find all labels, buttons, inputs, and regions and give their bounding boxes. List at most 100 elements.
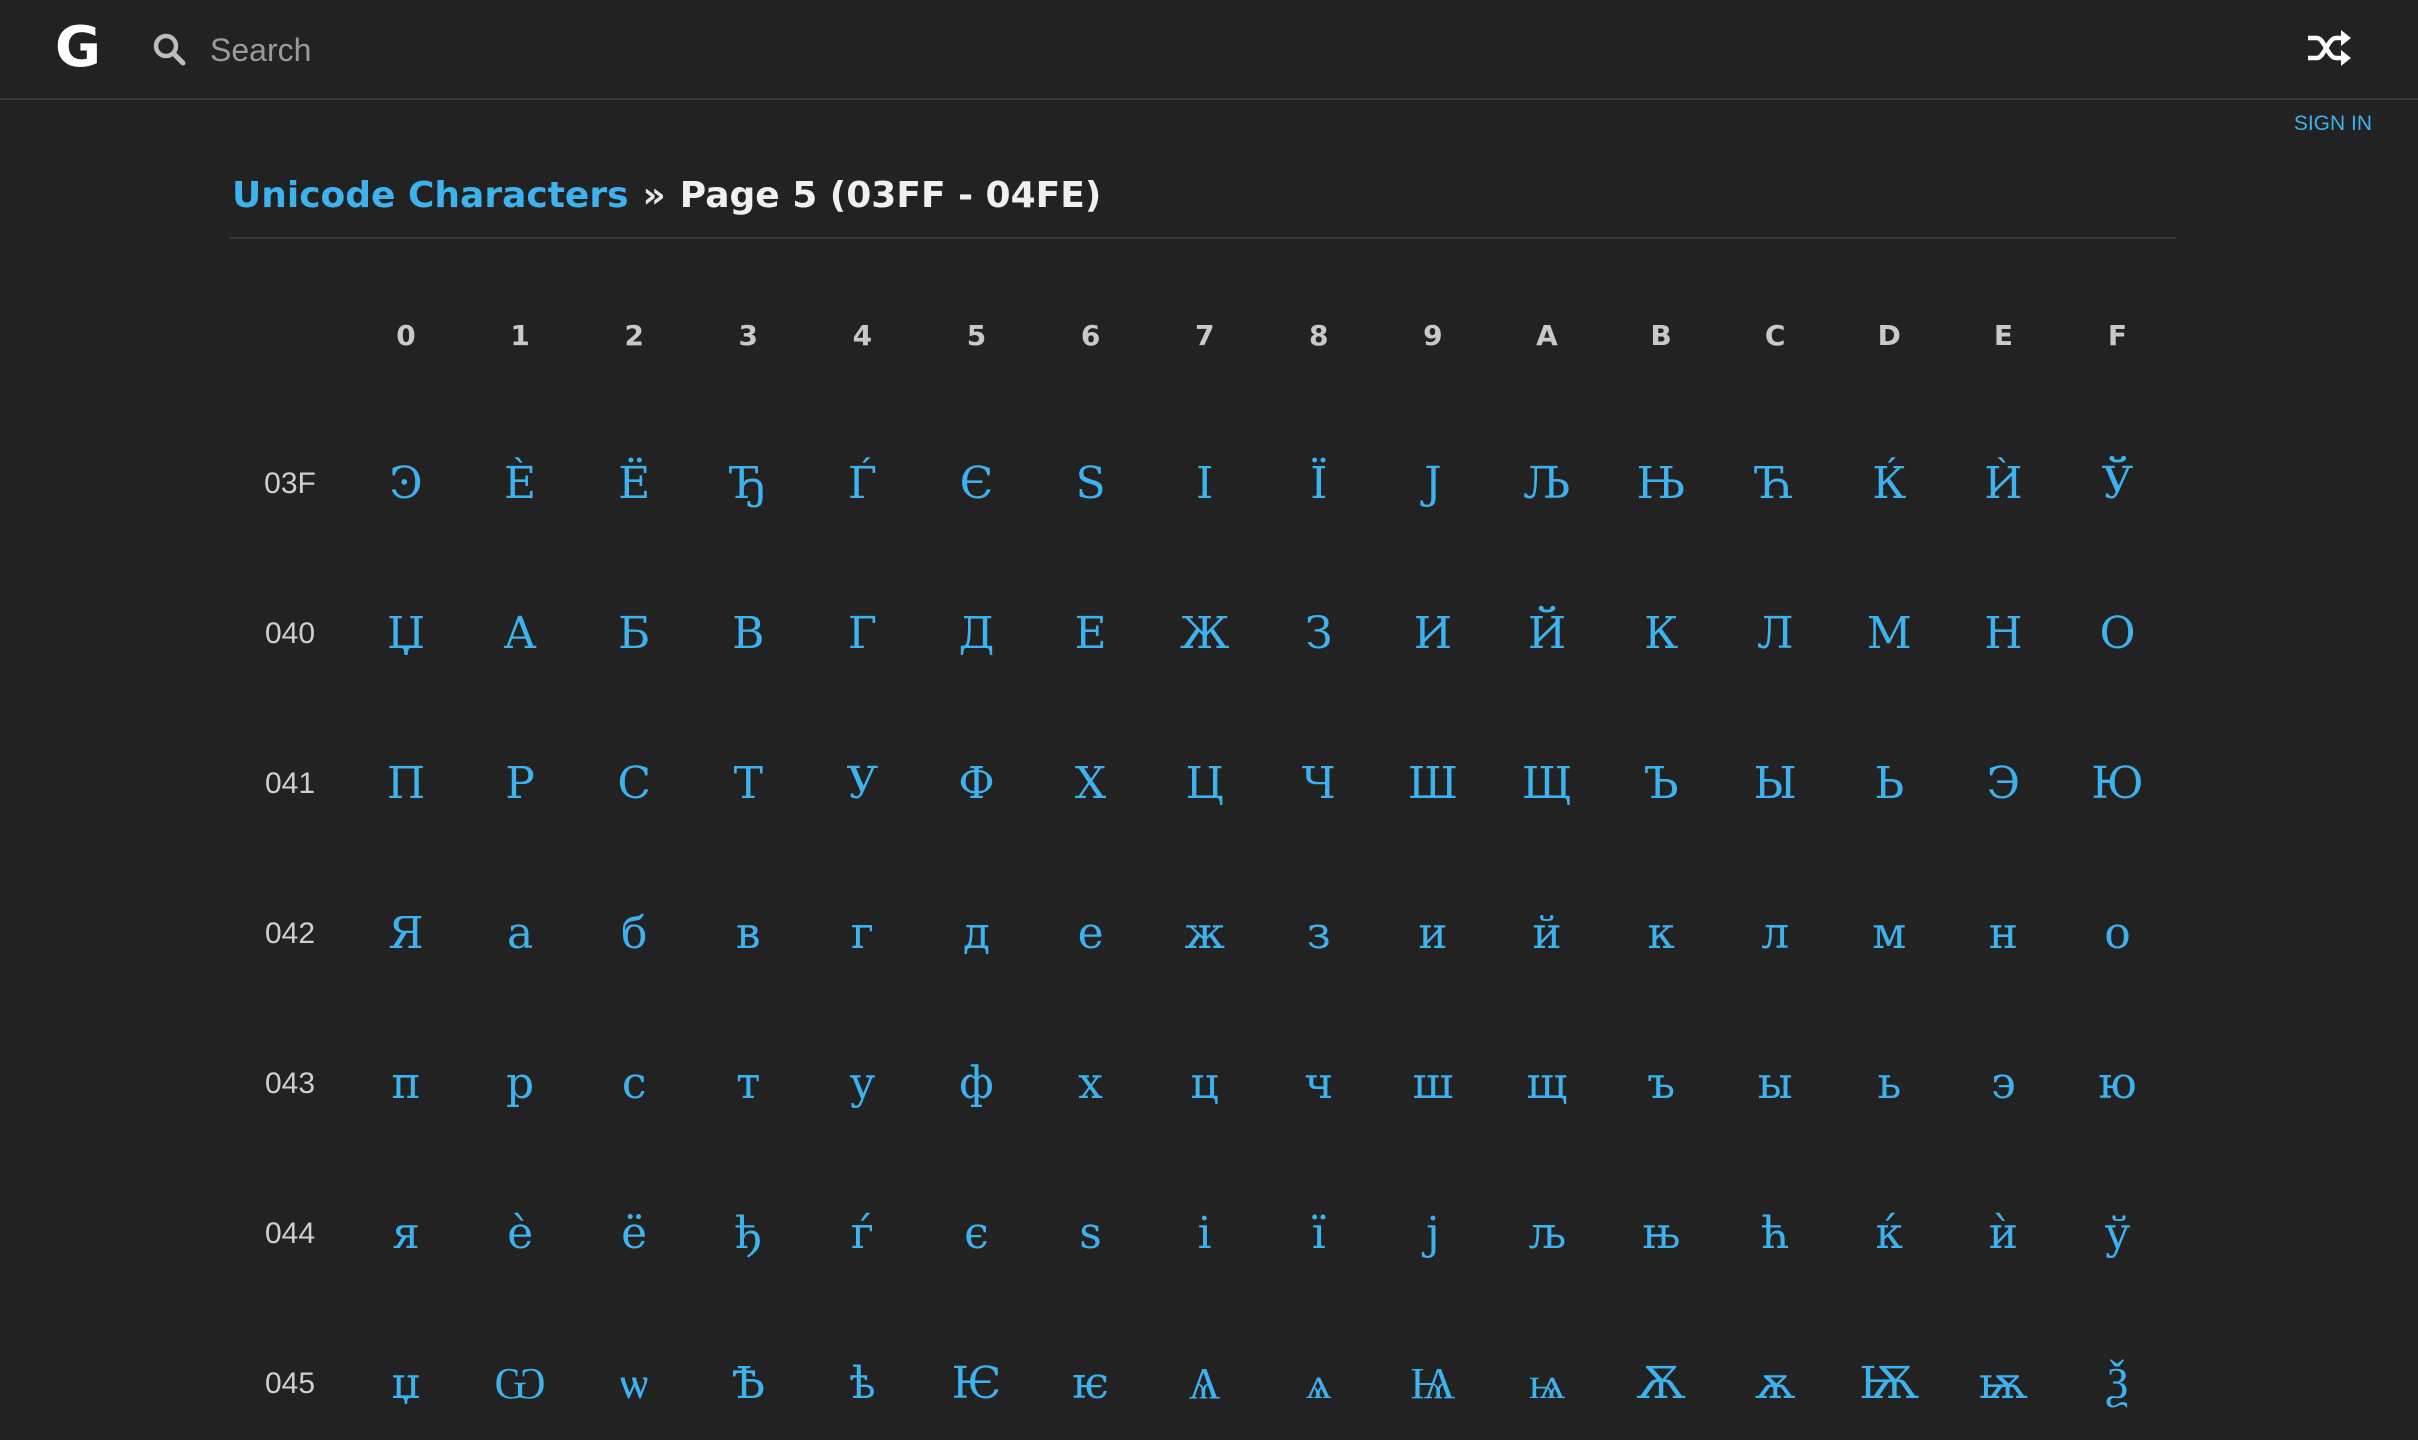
char-cell-0451[interactable]: Ѡ xyxy=(470,1344,570,1424)
char-cell-045f[interactable]: Ѯ xyxy=(2068,1344,2168,1424)
char-cell-0427[interactable]: ж xyxy=(1155,894,1255,974)
char-cell-0446[interactable]: ѕ xyxy=(1041,1194,1141,1274)
char-cell-0431[interactable]: р xyxy=(470,1044,570,1124)
char-cell-040b[interactable]: К xyxy=(1611,594,1711,674)
char-cell-0452[interactable]: ѡ xyxy=(584,1344,684,1424)
char-cell-043f[interactable]: ю xyxy=(2068,1044,2168,1124)
char-cell-0435[interactable]: ф xyxy=(927,1044,1027,1124)
char-cell-042a[interactable]: й xyxy=(1497,894,1597,974)
char-cell-03f7[interactable]: І xyxy=(1155,444,1255,524)
char-cell-0403[interactable]: В xyxy=(698,594,798,674)
char-cell-0417[interactable]: Ц xyxy=(1155,744,1255,824)
char-cell-040d[interactable]: М xyxy=(1839,594,1939,674)
char-cell-043b[interactable]: ъ xyxy=(1611,1044,1711,1124)
char-cell-0437[interactable]: ц xyxy=(1155,1044,1255,1124)
char-cell-0448[interactable]: ї xyxy=(1269,1194,1369,1274)
char-cell-0459[interactable]: Ѩ xyxy=(1383,1344,1483,1424)
char-cell-0424[interactable]: г xyxy=(812,894,912,974)
char-cell-041b[interactable]: Ъ xyxy=(1611,744,1711,824)
char-cell-044a[interactable]: љ xyxy=(1497,1194,1597,1274)
char-cell-042e[interactable]: н xyxy=(1953,894,2053,974)
char-cell-045c[interactable]: ѫ xyxy=(1725,1344,1825,1424)
char-cell-040e[interactable]: Н xyxy=(1953,594,2053,674)
char-cell-044c[interactable]: ћ xyxy=(1725,1194,1825,1274)
char-cell-0433[interactable]: т xyxy=(698,1044,798,1124)
char-cell-0454[interactable]: ѣ xyxy=(812,1344,912,1424)
char-cell-0404[interactable]: Г xyxy=(812,594,912,674)
char-cell-044d[interactable]: ќ xyxy=(1839,1194,1939,1274)
char-cell-045e[interactable]: ѭ xyxy=(1953,1344,2053,1424)
char-cell-044e[interactable]: ѝ xyxy=(1953,1194,2053,1274)
char-cell-03fe[interactable]: Ѝ xyxy=(1953,444,2053,524)
char-cell-0449[interactable]: ј xyxy=(1383,1194,1483,1274)
char-cell-0428[interactable]: з xyxy=(1269,894,1369,974)
char-cell-043c[interactable]: ы xyxy=(1725,1044,1825,1124)
char-cell-040a[interactable]: Й xyxy=(1497,594,1597,674)
char-cell-0429[interactable]: и xyxy=(1383,894,1483,974)
char-cell-03f6[interactable]: Ѕ xyxy=(1041,444,1141,524)
char-cell-03f5[interactable]: Є xyxy=(927,444,1027,524)
char-cell-03fb[interactable]: Њ xyxy=(1611,444,1711,524)
char-cell-042c[interactable]: л xyxy=(1725,894,1825,974)
char-cell-043d[interactable]: ь xyxy=(1839,1044,1939,1124)
char-cell-0455[interactable]: Ѥ xyxy=(927,1344,1027,1424)
char-cell-0422[interactable]: б xyxy=(584,894,684,974)
char-cell-043e[interactable]: э xyxy=(1953,1044,2053,1124)
char-cell-03f0[interactable]: Ͽ xyxy=(356,444,456,524)
char-cell-042f[interactable]: о xyxy=(2068,894,2168,974)
char-cell-0430[interactable]: п xyxy=(356,1044,456,1124)
char-cell-045d[interactable]: Ѭ xyxy=(1839,1344,1939,1424)
char-cell-0453[interactable]: Ѣ xyxy=(698,1344,798,1424)
char-cell-045b[interactable]: Ѫ xyxy=(1611,1344,1711,1424)
char-cell-0440[interactable]: я xyxy=(356,1194,456,1274)
char-cell-0426[interactable]: е xyxy=(1041,894,1141,974)
char-cell-0447[interactable]: і xyxy=(1155,1194,1255,1274)
char-cell-0406[interactable]: Е xyxy=(1041,594,1141,674)
char-cell-03f3[interactable]: Ђ xyxy=(698,444,798,524)
char-cell-041d[interactable]: Ь xyxy=(1839,744,1939,824)
char-cell-0412[interactable]: С xyxy=(584,744,684,824)
char-cell-0436[interactable]: х xyxy=(1041,1044,1141,1124)
char-cell-0400[interactable]: Џ xyxy=(356,594,456,674)
char-cell-0413[interactable]: Т xyxy=(698,744,798,824)
char-cell-03f1[interactable]: Ѐ xyxy=(470,444,570,524)
char-cell-0418[interactable]: Ч xyxy=(1269,744,1369,824)
char-cell-040f[interactable]: О xyxy=(2068,594,2168,674)
char-cell-03fc[interactable]: Ћ xyxy=(1725,444,1825,524)
char-cell-03f9[interactable]: Ј xyxy=(1383,444,1483,524)
char-cell-03f8[interactable]: Ї xyxy=(1269,444,1369,524)
char-cell-0423[interactable]: в xyxy=(698,894,798,974)
char-cell-0421[interactable]: а xyxy=(470,894,570,974)
char-cell-0438[interactable]: ч xyxy=(1269,1044,1369,1124)
char-cell-0450[interactable]: џ xyxy=(356,1344,456,1424)
char-cell-0401[interactable]: А xyxy=(470,594,570,674)
char-cell-0457[interactable]: Ѧ xyxy=(1155,1344,1255,1424)
char-cell-0456[interactable]: ѥ xyxy=(1041,1344,1141,1424)
char-cell-042b[interactable]: к xyxy=(1611,894,1711,974)
char-cell-044b[interactable]: њ xyxy=(1611,1194,1711,1274)
char-cell-0434[interactable]: у xyxy=(812,1044,912,1124)
char-cell-0419[interactable]: Ш xyxy=(1383,744,1483,824)
char-cell-041c[interactable]: Ы xyxy=(1725,744,1825,824)
char-cell-0441[interactable]: ѐ xyxy=(470,1194,570,1274)
char-cell-0415[interactable]: Ф xyxy=(927,744,1027,824)
char-cell-0407[interactable]: Ж xyxy=(1155,594,1255,674)
char-cell-045a[interactable]: ѩ xyxy=(1497,1344,1597,1424)
char-cell-043a[interactable]: щ xyxy=(1497,1044,1597,1124)
char-cell-0420[interactable]: Я xyxy=(356,894,456,974)
char-cell-041e[interactable]: Э xyxy=(1953,744,2053,824)
char-cell-03f4[interactable]: Ѓ xyxy=(812,444,912,524)
char-cell-03fd[interactable]: Ќ xyxy=(1839,444,1939,524)
char-cell-0425[interactable]: д xyxy=(927,894,1027,974)
char-cell-0439[interactable]: ш xyxy=(1383,1044,1483,1124)
char-cell-0408[interactable]: З xyxy=(1269,594,1369,674)
char-cell-0416[interactable]: Х xyxy=(1041,744,1141,824)
char-cell-040c[interactable]: Л xyxy=(1725,594,1825,674)
char-cell-0444[interactable]: ѓ xyxy=(812,1194,912,1274)
char-cell-0410[interactable]: П xyxy=(356,744,456,824)
char-cell-0402[interactable]: Б xyxy=(584,594,684,674)
char-cell-03fa[interactable]: Љ xyxy=(1497,444,1597,524)
char-cell-03ff[interactable]: Ў xyxy=(2068,444,2168,524)
char-cell-042d[interactable]: м xyxy=(1839,894,1939,974)
char-cell-0443[interactable]: ђ xyxy=(698,1194,798,1274)
